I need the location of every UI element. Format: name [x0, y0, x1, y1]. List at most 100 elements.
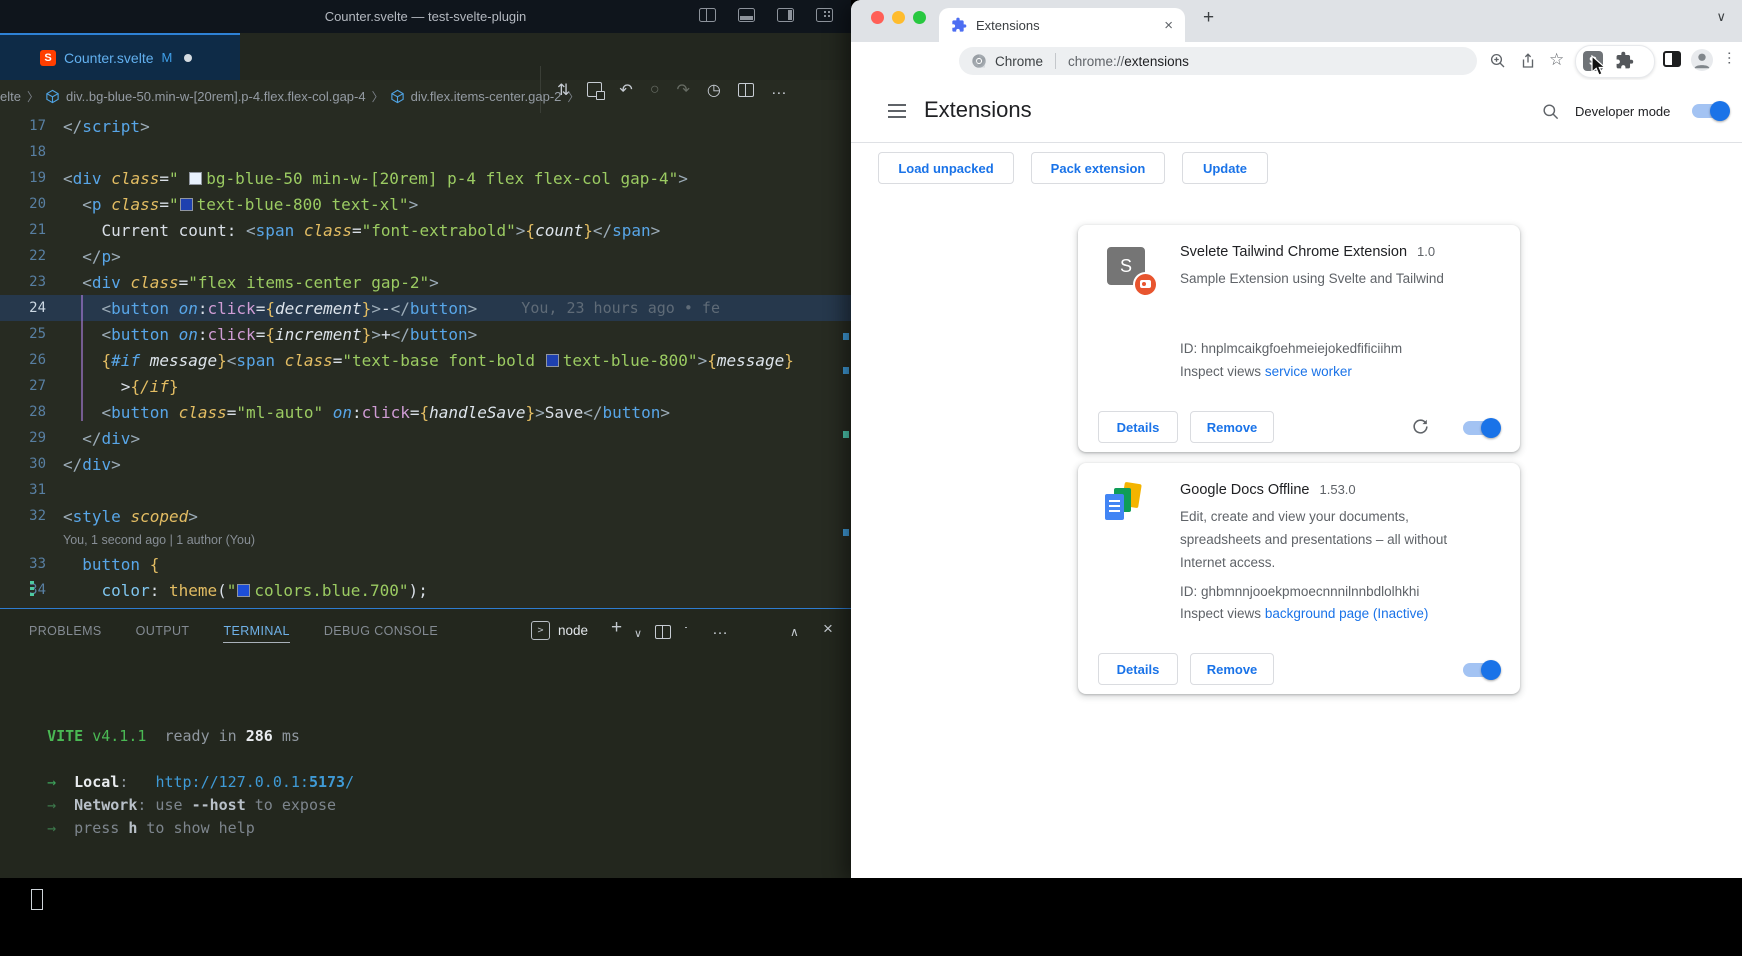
inspect-views: Inspect views background page (Inactive) — [1180, 606, 1428, 621]
window-title: Counter.svelte — test-svelte-plugin — [325, 9, 527, 24]
bookmark-star-icon[interactable]: ☆ — [1549, 50, 1564, 70]
omnibox[interactable]: Chrome chrome://extensions — [959, 47, 1477, 75]
inspect-views: Inspect views service worker — [1180, 364, 1352, 379]
terminal-line: VITE v4.1.1 ready in 286 ms — [29, 725, 354, 748]
panel-more-icon[interactable]: … — [712, 620, 728, 640]
unpacked-badge-icon — [1133, 272, 1158, 297]
line-number: 27 — [0, 378, 63, 394]
customize-layout-icon[interactable] — [816, 8, 833, 22]
tab-extensions[interactable]: Extensions × — [939, 8, 1185, 42]
code-line[interactable]: 24 <button on:click={decrement}>-</butto… — [0, 295, 851, 321]
line-number: 25 — [0, 326, 63, 342]
tab-terminal[interactable]: TERMINAL — [223, 620, 289, 643]
extensions-page-header: Extensions Developer mode — [851, 80, 1742, 143]
code-line[interactable]: 30</div> — [0, 451, 851, 477]
breadcrumb-symbol-outer[interactable]: div..bg-blue-50.min-w-[20rem].p-4.flex.f… — [66, 89, 366, 104]
tab-problems[interactable]: PROBLEMS — [29, 620, 102, 642]
terminal-line: → press h to show help — [29, 817, 354, 840]
remove-button[interactable]: Remove — [1190, 653, 1274, 685]
breadcrumb-symbol-inner[interactable]: div.flex.items-center.gap-2 — [411, 89, 562, 104]
split-columns-icon[interactable] — [699, 8, 716, 22]
git-modified-badge: M — [162, 50, 173, 65]
terminal-shell-label: node — [558, 623, 588, 638]
toggle-sidebar-icon[interactable] — [777, 8, 794, 22]
side-panel-icon[interactable] — [1663, 51, 1681, 67]
terminal-instance[interactable]: > node — [531, 621, 588, 640]
zoom-window-icon[interactable] — [913, 11, 926, 24]
search-icon[interactable] — [1541, 102, 1560, 121]
details-button[interactable]: Details — [1098, 411, 1178, 443]
close-panel-icon[interactable]: × — [823, 619, 833, 639]
code-line[interactable]: 29 </div> — [0, 425, 851, 451]
tab-debug-console[interactable]: DEBUG CONSOLE — [324, 620, 438, 642]
line-number: 31 — [0, 482, 63, 498]
symbol-cube-icon — [390, 89, 405, 104]
service-worker-link[interactable]: service worker — [1265, 364, 1352, 379]
tab-counter-svelte[interactable]: S Counter.svelte M — [0, 33, 240, 80]
extension-description: Sample Extension using Svelte and Tailwi… — [1180, 267, 1502, 290]
close-window-icon[interactable] — [871, 11, 884, 24]
line-number: 29 — [0, 430, 63, 446]
tab-output[interactable]: OUTPUT — [136, 620, 190, 642]
background-page-link[interactable]: background page (Inactive) — [1265, 606, 1429, 621]
minimize-window-icon[interactable] — [892, 11, 905, 24]
code-line[interactable]: 18 — [0, 139, 851, 165]
new-terminal-icon[interactable]: + — [611, 618, 622, 638]
share-icon[interactable] — [1519, 52, 1537, 70]
extensions-puzzle-icon — [951, 17, 967, 33]
git-blame-annotation: You, 23 hours ago • fe — [477, 299, 720, 317]
extension-id: ID: hnplmcaikgfoehmeiejokedfificiihm — [1180, 341, 1402, 356]
split-terminal-icon[interactable] — [655, 625, 671, 639]
tab-label: Counter.svelte — [64, 50, 154, 66]
close-tab-icon[interactable]: × — [1164, 17, 1173, 34]
terminal-output[interactable]: VITE v4.1.1 ready in 286 ms → Local: htt… — [29, 679, 354, 956]
extension-toggle[interactable] — [1463, 663, 1499, 677]
details-button[interactable]: Details — [1098, 653, 1178, 685]
tab-search-chevron-icon[interactable]: ∨ — [1716, 9, 1726, 25]
profile-avatar[interactable] — [1691, 49, 1713, 71]
vscode-titlebar[interactable]: Counter.svelte — test-svelte-plugin — [0, 0, 851, 33]
developer-mode-toggle[interactable] — [1692, 104, 1728, 118]
overview-ruler-mark — [843, 333, 849, 340]
code-editor[interactable]: 17</script>1819<div class=" bg-blue-50 m… — [0, 113, 851, 608]
reload-extension-icon[interactable] — [1411, 417, 1430, 436]
tab-title: Extensions — [976, 18, 1155, 33]
page-zoom-icon[interactable] — [1489, 52, 1507, 70]
code-line[interactable]: 17</script> — [0, 113, 851, 139]
code-line[interactable]: 27 >{/if} — [0, 373, 851, 399]
toggle-panel-icon[interactable] — [738, 8, 755, 22]
update-button[interactable]: Update — [1182, 152, 1268, 184]
extension-name: Google Docs Offline1.53.0 — [1180, 482, 1356, 498]
bottom-panel: PROBLEMS OUTPUT TERMINAL DEBUG CONSOLE >… — [0, 608, 851, 878]
menu-icon[interactable] — [888, 104, 906, 106]
terminal-dropdown-icon[interactable]: ∨ — [634, 624, 642, 644]
new-tab-icon[interactable]: + — [1203, 7, 1214, 29]
code-line[interactable]: 19<div class=" bg-blue-50 min-w-[20rem] … — [0, 165, 851, 191]
remove-button[interactable]: Remove — [1190, 411, 1274, 443]
line-number: 22 — [0, 248, 63, 264]
code-line[interactable]: 22 </p> — [0, 243, 851, 269]
extensions-menu-icon[interactable] — [1615, 51, 1634, 70]
gutter-change-mark — [30, 581, 34, 599]
code-line[interactable]: 32<style scoped> — [0, 503, 851, 529]
maximize-panel-icon[interactable]: ∧ — [790, 622, 799, 642]
code-line[interactable]: 23 <div class="flex items-center gap-2"> — [0, 269, 851, 295]
code-line[interactable]: 21 Current count: <span class="font-extr… — [0, 217, 851, 243]
chrome-window: Extensions × + ∨ ← → Chrome chrome://ext… — [851, 0, 1742, 878]
code-line[interactable]: 34 color: theme("colors.blue.700"); — [0, 577, 851, 603]
extension-description: Edit, create and view your documents, sp… — [1180, 505, 1492, 574]
kebab-menu-icon[interactable]: … — [1725, 51, 1742, 67]
code-line[interactable]: 31 — [0, 477, 851, 503]
extension-toggle[interactable] — [1463, 421, 1499, 435]
breadcrumb-file[interactable]: elte — [0, 89, 21, 104]
load-unpacked-button[interactable]: Load unpacked — [878, 152, 1014, 184]
code-line[interactable]: 25 <button on:click={increment}>+</butto… — [0, 321, 851, 347]
line-number: 23 — [0, 274, 63, 290]
line-number: 30 — [0, 456, 63, 472]
url-scheme: chrome:// — [1068, 54, 1124, 69]
code-line[interactable]: 33 button { — [0, 551, 851, 577]
pack-extension-button[interactable]: Pack extension — [1031, 152, 1165, 184]
code-line[interactable]: 26 {#if message}<span class="text-base f… — [0, 347, 851, 373]
code-line[interactable]: 28 <button class="ml-auto" on:click={han… — [0, 399, 851, 425]
code-line[interactable]: 20 <p class="text-blue-800 text-xl"> — [0, 191, 851, 217]
